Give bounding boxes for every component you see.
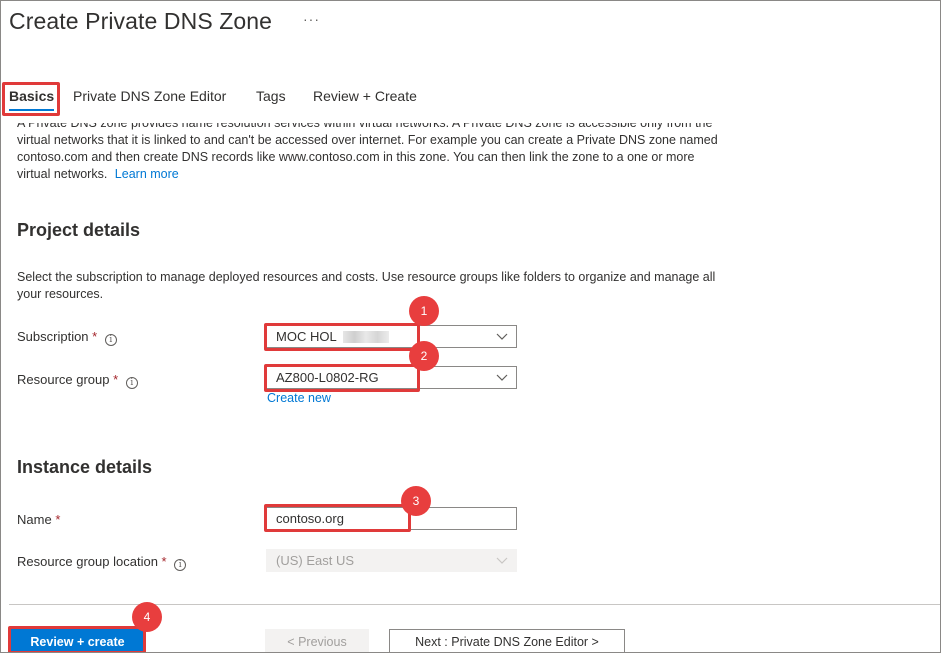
- previous-button: < Previous: [265, 629, 369, 652]
- chevron-down-icon: [496, 333, 508, 340]
- intro-line: A Private DNS zone provides name resolut…: [17, 123, 713, 130]
- description-line: Select the subscription to manage deploy…: [17, 270, 716, 284]
- tab-tags[interactable]: Tags: [256, 81, 286, 115]
- subscription-label-text: Subscription: [17, 329, 89, 344]
- location-label-text: Resource group location: [17, 554, 158, 569]
- intro-line-text: virtual networks.: [17, 167, 108, 181]
- next-button[interactable]: Next : Private DNS Zone Editor >: [389, 629, 625, 652]
- subscription-value: MOC HOL: [276, 329, 337, 344]
- location-label: Resource group location * i: [17, 554, 187, 571]
- required-asterisk: *: [55, 512, 61, 527]
- blade: Create Private DNS Zone ··· Basics Priva…: [0, 0, 941, 653]
- footer-divider: [9, 604, 940, 605]
- review-create-button[interactable]: Review + create: [11, 629, 144, 652]
- resource-group-label-text: Resource group: [17, 372, 110, 387]
- tab-basics[interactable]: Basics: [9, 81, 55, 115]
- learn-more-link[interactable]: Learn more: [115, 167, 179, 181]
- form-content: A Private DNS zone provides name resolut…: [1, 123, 940, 603]
- required-asterisk: *: [113, 372, 119, 387]
- resource-group-value: AZ800-L0802-RG: [276, 370, 379, 385]
- info-icon[interactable]: i: [125, 377, 138, 389]
- required-asterisk: *: [92, 329, 98, 344]
- location-value: (US) East US: [276, 553, 355, 568]
- intro-line: virtual networks. Learn more: [17, 166, 179, 183]
- resource-group-dropdown[interactable]: AZ800-L0802-RG: [266, 366, 517, 389]
- tab-bar: Basics Private DNS Zone Editor Tags Revi…: [1, 81, 940, 115]
- project-details-description: Select the subscription to manage deploy…: [17, 269, 757, 303]
- more-options-button[interactable]: ···: [303, 11, 320, 27]
- chevron-down-icon: [496, 374, 508, 381]
- name-label-text: Name: [17, 512, 52, 527]
- info-icon[interactable]: i: [174, 559, 187, 571]
- instance-details-heading: Instance details: [17, 457, 153, 477]
- redacted-text: [342, 331, 389, 343]
- create-new-link[interactable]: Create new: [267, 391, 331, 405]
- intro-line: virtual networks that it is linked to an…: [17, 133, 718, 147]
- page-title: Create Private DNS Zone: [9, 8, 273, 34]
- name-label: Name *: [17, 512, 60, 527]
- required-asterisk: *: [161, 554, 167, 569]
- intro-line: contoso.com and then create DNS records …: [17, 150, 695, 164]
- resource-group-label: Resource group * i: [17, 372, 138, 389]
- name-input[interactable]: contoso.org: [266, 507, 517, 530]
- chevron-down-icon: [496, 557, 508, 564]
- annotation-badge: 4: [132, 602, 162, 632]
- subscription-dropdown[interactable]: MOC HOL: [266, 325, 517, 348]
- info-icon[interactable]: i: [104, 334, 117, 346]
- subscription-label: Subscription * i: [17, 329, 117, 346]
- location-dropdown: (US) East US: [266, 549, 517, 572]
- tab-private-dns-zone-editor[interactable]: Private DNS Zone Editor: [73, 81, 226, 115]
- description-line: your resources.: [17, 287, 104, 301]
- tab-review-create[interactable]: Review + Create: [313, 81, 417, 115]
- project-details-heading: Project details: [17, 220, 141, 240]
